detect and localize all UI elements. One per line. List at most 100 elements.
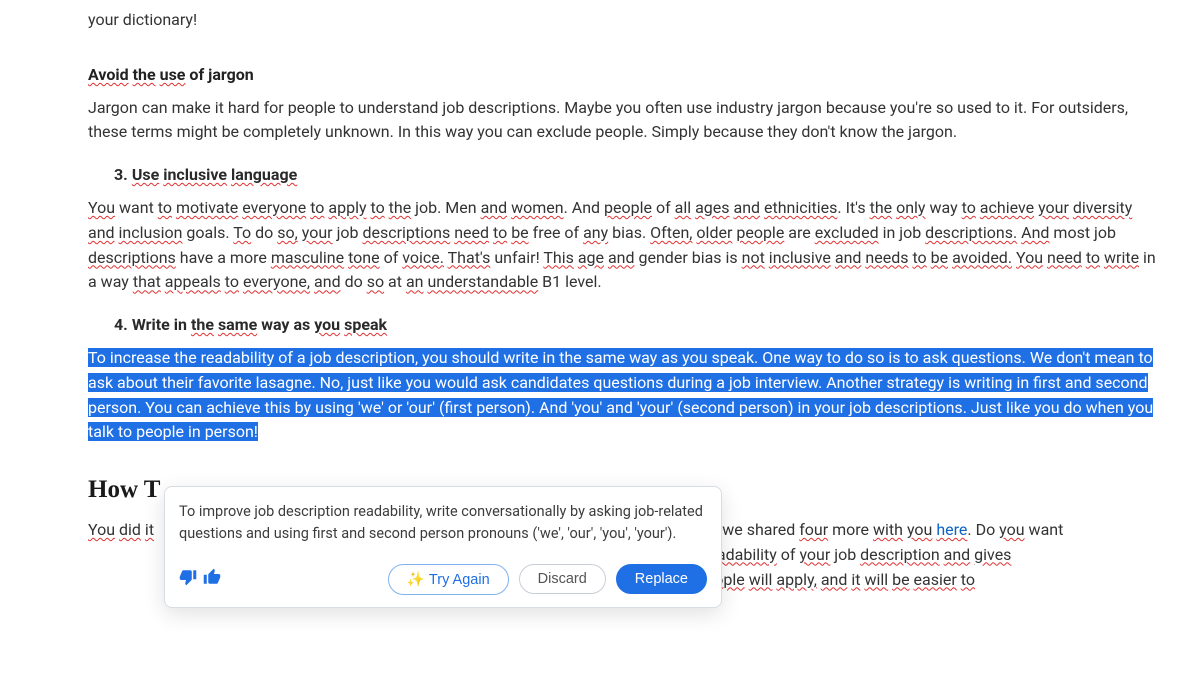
sparkle-icon: ✨ (407, 572, 425, 588)
t: unfair! (490, 248, 543, 267)
w: That's (448, 248, 491, 267)
t: . It's (837, 198, 869, 217)
popup-actions: ✨Try Again Discard Replace (179, 564, 707, 595)
t: free of (529, 223, 583, 242)
w: you (907, 520, 932, 539)
t: job (830, 545, 860, 564)
w: the (191, 315, 214, 334)
w: it (145, 520, 154, 539)
w: You (1016, 248, 1043, 267)
list-item-3[interactable]: 3. Use inclusive language (114, 163, 1160, 188)
w: so (367, 272, 384, 291)
selected-text[interactable]: To increase the readability of a job des… (88, 348, 1153, 441)
t: B1 level. (538, 272, 601, 291)
paragraph-jargon[interactable]: Jargon can make it hard for people to un… (88, 96, 1160, 146)
t: do (341, 272, 367, 291)
t: way as (257, 315, 314, 334)
t: are (784, 223, 814, 242)
t: . Do (967, 520, 999, 539)
heading-word: Avoid (88, 65, 129, 84)
w: age (578, 248, 604, 267)
t: at (384, 272, 406, 291)
w: appeals (165, 272, 221, 291)
w: voice. (402, 248, 444, 267)
w: descriptions. (925, 223, 1017, 242)
w: to (493, 223, 507, 242)
w: to (962, 198, 976, 217)
w: understandable (427, 272, 538, 291)
w: people (736, 223, 784, 242)
w: women (511, 198, 564, 217)
w: be (511, 223, 528, 242)
w: Often, (650, 223, 692, 242)
w: will (749, 570, 773, 589)
w: only (896, 198, 925, 217)
t: of (777, 545, 800, 564)
w: and (481, 198, 508, 217)
w: description (860, 545, 940, 564)
w: the (870, 198, 893, 217)
truncated-paragraph[interactable]: your dictionary! (88, 8, 1160, 33)
list-item-4[interactable]: 4. Write in the same way as you speak (114, 313, 1160, 338)
w: everyone (242, 198, 306, 217)
w: This (543, 248, 574, 267)
try-again-button[interactable]: ✨Try Again (388, 564, 509, 595)
w: and (821, 570, 848, 589)
w: excluded (815, 223, 879, 242)
w: need (454, 223, 489, 242)
w: your (799, 545, 830, 564)
w: to (912, 248, 926, 267)
w: and (733, 198, 760, 217)
suggestion-text: To improve job description readability, … (179, 501, 707, 546)
w: speak (344, 315, 387, 334)
t: of (652, 198, 675, 217)
w: descriptions (88, 248, 176, 267)
t: job. Men (411, 198, 480, 217)
label: Try Again (429, 572, 490, 588)
document-body[interactable]: your dictionary! Avoid the use of jargon… (0, 8, 1200, 592)
w: your (1038, 198, 1069, 217)
section-heading-jargon[interactable]: Avoid the use of jargon (88, 63, 1160, 88)
t: of (380, 248, 403, 267)
w: not (742, 248, 765, 267)
w: needs (865, 248, 908, 267)
link-here[interactable]: here (936, 520, 967, 539)
w: inclusion (119, 223, 183, 242)
w: tone (348, 248, 380, 267)
t: goals. (182, 223, 233, 242)
w: easier (914, 570, 957, 589)
w: with (873, 520, 903, 539)
thumbs-down-icon[interactable] (179, 568, 197, 590)
w: you (999, 520, 1024, 539)
w: everyone, (243, 272, 310, 291)
t: most job (1049, 223, 1116, 242)
w: be (931, 248, 948, 267)
list-word: inclusive (163, 165, 227, 184)
heading-word: the (133, 65, 156, 84)
t: we shared (718, 520, 799, 539)
w: to (310, 198, 324, 217)
selected-paragraph[interactable]: To increase the readability of a job des… (88, 346, 1160, 445)
w: write (1104, 248, 1139, 267)
w: and (314, 272, 341, 291)
t: more (828, 520, 873, 539)
thumbs-up-icon[interactable] (203, 568, 221, 590)
w: your (302, 223, 333, 242)
w: gives (974, 545, 1011, 564)
w: achieve (980, 198, 1034, 217)
t: Write in (132, 315, 191, 334)
w: to (158, 198, 172, 217)
t: . And (564, 198, 604, 217)
w: You (88, 198, 115, 217)
paragraph-inclusive[interactable]: You want to motivate everyone to apply t… (88, 196, 1160, 295)
w: to (225, 272, 239, 291)
t: do (251, 223, 277, 242)
discard-button[interactable]: Discard (519, 564, 606, 594)
replace-button[interactable]: Replace (616, 564, 707, 594)
t: gender bias is (635, 248, 742, 267)
w: need (1047, 248, 1082, 267)
t: have a more (176, 248, 271, 267)
w: will (864, 570, 888, 589)
w: motivate (176, 198, 238, 217)
w: to (1086, 248, 1100, 267)
